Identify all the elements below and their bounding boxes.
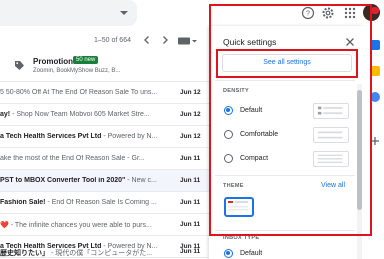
mail-date: Jun 12 bbox=[180, 111, 201, 118]
mail-snippet: - 現代の僕「コンピュータがた... bbox=[49, 250, 153, 257]
mail-date: Jun 11 bbox=[180, 248, 201, 255]
promotions-row[interactable] bbox=[0, 52, 210, 82]
mail-row[interactable]: Fashion Sale! - End Of Reason Sale Is Co… bbox=[0, 192, 210, 214]
mail-date: Jun 11 bbox=[180, 177, 201, 184]
inbox-type-default-label: Default bbox=[240, 250, 263, 257]
mail-snippet: ake the most of the End Of Reason Sale -… bbox=[0, 155, 145, 162]
tag-icon bbox=[15, 61, 24, 70]
mail-row[interactable]: 5 50-80% Off At The End Of Reason Sale T… bbox=[0, 82, 210, 104]
mail-snippet: - The infinite chances you were able to … bbox=[8, 222, 152, 229]
mail-subject: PST to MBOX Converter Tool in 2020" bbox=[0, 177, 126, 184]
mail-snippet: - End Of Reason Sale Is Coming ... bbox=[45, 199, 157, 206]
promotions-title: Promotions bbox=[33, 57, 78, 66]
inbox-type-default-radio[interactable] bbox=[224, 249, 233, 258]
mail-subject: ay! bbox=[0, 111, 11, 118]
mail-row[interactable]: 歴史知りたい」 - 現代の僕「コンピュータがた... Jun 11 bbox=[0, 245, 210, 259]
mail-date: Jun 11 bbox=[180, 221, 201, 228]
mail-subject: a Tech Health Services Pvt Ltd bbox=[0, 133, 102, 140]
mail-row[interactable]: ake the most of the End Of Reason Sale -… bbox=[0, 148, 210, 170]
pager-count: 1–50 of 664 bbox=[94, 37, 131, 44]
annotation-see-all-box bbox=[216, 49, 358, 78]
mail-date: Jun 12 bbox=[180, 133, 201, 140]
mail-subject: 歴史知りたい」 bbox=[0, 250, 49, 257]
promotions-senders: Zoomin, BookMyShow Buzz, B... bbox=[33, 68, 121, 74]
mail-snippet: - Shop Now Team Mobvoi 605 Market Stre..… bbox=[10, 111, 150, 118]
input-tools-icon[interactable] bbox=[178, 37, 198, 45]
chevron-right-icon[interactable] bbox=[159, 34, 171, 46]
mail-date: Jun 12 bbox=[180, 89, 201, 96]
mail-row[interactable]: ❤️ - The infinite chances you were able … bbox=[0, 214, 210, 236]
mail-snippet: - New c... bbox=[125, 177, 157, 184]
search-bar[interactable] bbox=[0, 0, 137, 26]
mail-row[interactable]: ay! - Shop Now Team Mobvoi 605 Market St… bbox=[0, 104, 210, 126]
new-count-badge: 50 new bbox=[73, 56, 99, 64]
mail-snippet: 5 50-80% Off At The End Of Reason Sale T… bbox=[0, 89, 158, 96]
chevron-left-icon[interactable] bbox=[141, 34, 153, 46]
mail-row[interactable]: PST to MBOX Converter Tool in 2020" - Ne… bbox=[0, 170, 210, 192]
mail-date: Jun 11 bbox=[180, 199, 201, 206]
annotation-outer-box bbox=[209, 4, 372, 236]
mail-subject: ❤️ bbox=[0, 222, 9, 229]
mail-subject: Fashion Sale! bbox=[0, 199, 46, 206]
mail-date: Jun 11 bbox=[180, 155, 201, 162]
mail-snippet: - Powered by N... bbox=[101, 133, 158, 140]
mail-row[interactable]: a Tech Health Services Pvt Ltd - Powered… bbox=[0, 126, 210, 148]
chevron-down-icon[interactable] bbox=[118, 7, 130, 19]
